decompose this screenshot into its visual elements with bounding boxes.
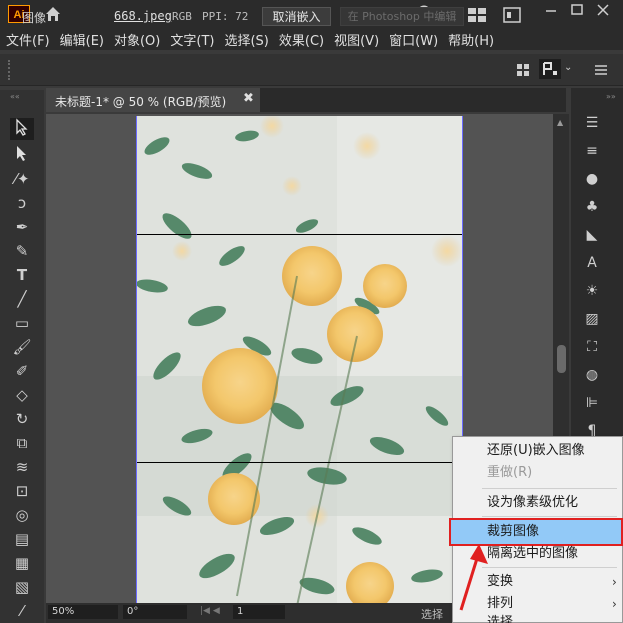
crop-guide-bottom	[137, 462, 462, 463]
collapse-icon[interactable]: ««	[10, 92, 20, 101]
menu-item-pixel-optimize[interactable]: 设为像素级优化	[453, 491, 622, 515]
chevron-down-icon[interactable]: ⌄	[564, 62, 574, 74]
linked-file-link[interactable]: 668.jpeg	[114, 9, 172, 23]
swatches-icon[interactable]: ◍	[583, 366, 601, 384]
free-transform-tool-icon[interactable]: ⊡	[10, 480, 34, 502]
menu-effect[interactable]: 效果(C)	[279, 30, 324, 49]
rotate-tool-icon[interactable]: ↻	[10, 408, 34, 430]
status-mode-label: 选择	[421, 608, 443, 621]
submenu-arrow-icon: ›	[612, 575, 617, 589]
rotation-field[interactable]: 0°	[123, 605, 187, 619]
pen-tool-icon[interactable]: ✒	[10, 216, 34, 238]
rectangle-tool-icon[interactable]: ▭	[10, 312, 34, 334]
gradient-panel-icon[interactable]: ▨	[583, 310, 601, 328]
menu-item-undo-embed[interactable]: 还原(U)嵌入图像	[453, 439, 622, 463]
menu-window[interactable]: 窗口(W)	[389, 30, 438, 49]
scale-tool-icon[interactable]: ⧉	[10, 432, 34, 454]
menu-select[interactable]: 选择(S)	[224, 30, 268, 49]
menu-separator	[482, 488, 617, 489]
panel-icon[interactable]	[503, 7, 521, 23]
flower-photo	[137, 116, 462, 606]
grip-handle[interactable]	[8, 60, 14, 80]
placed-image[interactable]	[136, 116, 463, 606]
color-guide-icon[interactable]: ◣	[583, 226, 601, 244]
edit-in-photoshop-button[interactable]: 在 Photoshop 中编辑	[340, 7, 464, 26]
direct-selection-tool-icon[interactable]	[10, 144, 34, 166]
gradient-tool-icon[interactable]: ▧	[10, 576, 34, 598]
menu-file[interactable]: 文件(F)	[6, 30, 50, 49]
perspective-grid-tool-icon[interactable]: ▤	[10, 528, 34, 550]
menu-object[interactable]: 对象(O)	[114, 30, 160, 49]
warp-tool-icon[interactable]: ≋	[10, 456, 34, 478]
maximize-icon[interactable]	[567, 2, 587, 16]
home-icon[interactable]	[44, 5, 62, 23]
layers-icon[interactable]: ≡	[583, 142, 601, 160]
color-mode-label: RGB	[172, 10, 192, 23]
ppi-label: PPI: 72	[202, 10, 249, 23]
scrollbar-thumb[interactable]	[557, 345, 566, 373]
shape-builder-tool-icon[interactable]: ◎	[10, 504, 34, 526]
color-icon[interactable]: ●	[583, 170, 601, 188]
properties-icon[interactable]: ☰	[583, 114, 601, 132]
menu-bar: 文件(F) 编辑(E) 对象(O) 文字(T) 选择(S) 效果(C) 视图(V…	[0, 28, 623, 50]
annotation-arrow-icon	[455, 540, 495, 615]
submenu-arrow-icon: ›	[612, 597, 617, 611]
transform-panel-icon[interactable]: ⛶	[583, 338, 601, 356]
paintbrush-tool-icon[interactable]: 🖌	[10, 336, 34, 358]
selection-tool-icon[interactable]	[10, 118, 34, 140]
menu-icon[interactable]	[594, 62, 608, 76]
menu-help[interactable]: 帮助(H)	[448, 30, 494, 49]
workspace-icon[interactable]	[467, 7, 487, 23]
align-icon[interactable]	[516, 62, 530, 76]
menu-separator	[482, 567, 617, 568]
character-icon[interactable]: A	[583, 254, 601, 272]
crop-guide-top	[137, 234, 462, 235]
close-icon[interactable]	[593, 2, 613, 16]
expand-icon[interactable]: »»	[606, 92, 616, 101]
zoom-field[interactable]: 50%	[48, 605, 118, 619]
lasso-tool-icon[interactable]: ↄ	[10, 192, 34, 214]
align-panel-icon[interactable]: ⊫	[583, 394, 601, 412]
tools-panel: «« ⁄✦ ↄ ✒ ✎ T ╱ ▭ 🖌 ✐ ◇ ↻ ⧉ ≋ ⊡ ◎ ▤ ▦ ▧ …	[0, 90, 44, 623]
menu-edit[interactable]: 编辑(E)	[60, 30, 104, 49]
minimize-icon[interactable]	[541, 2, 561, 16]
page-number-field[interactable]: 1	[233, 605, 285, 619]
mesh-tool-icon[interactable]: ▦	[10, 552, 34, 574]
tab-close-icon[interactable]: ✖	[243, 91, 254, 106]
symbols-icon[interactable]: ♣	[583, 198, 601, 216]
menu-separator	[482, 516, 617, 517]
menu-item-redo: 重做(R)	[487, 465, 533, 480]
menu-type[interactable]: 文字(T)	[170, 30, 214, 49]
curvature-tool-icon[interactable]: ✎	[10, 240, 34, 262]
eyedropper-tool-icon[interactable]: ⁄	[10, 600, 34, 622]
shaper-tool-icon[interactable]: ✐	[10, 360, 34, 382]
transform-icon[interactable]	[539, 59, 561, 79]
appearance-icon[interactable]: ☀	[583, 282, 601, 300]
line-tool-icon[interactable]: ╱	[10, 288, 34, 310]
object-type-label: 图像	[22, 11, 47, 25]
first-page-icon[interactable]: |◀ ◀	[200, 606, 220, 616]
type-tool-icon[interactable]: T	[10, 264, 34, 286]
menu-view[interactable]: 视图(V)	[334, 30, 379, 49]
unembed-button[interactable]: 取消嵌入	[262, 7, 331, 26]
eraser-tool-icon[interactable]: ◇	[10, 384, 34, 406]
document-tab-label[interactable]: 未标题-1* @ 50 % (RGB/预览)	[55, 93, 226, 110]
magic-wand-tool-icon[interactable]: ⁄✦	[10, 168, 34, 190]
scroll-up-icon[interactable]: ▲	[557, 118, 563, 127]
